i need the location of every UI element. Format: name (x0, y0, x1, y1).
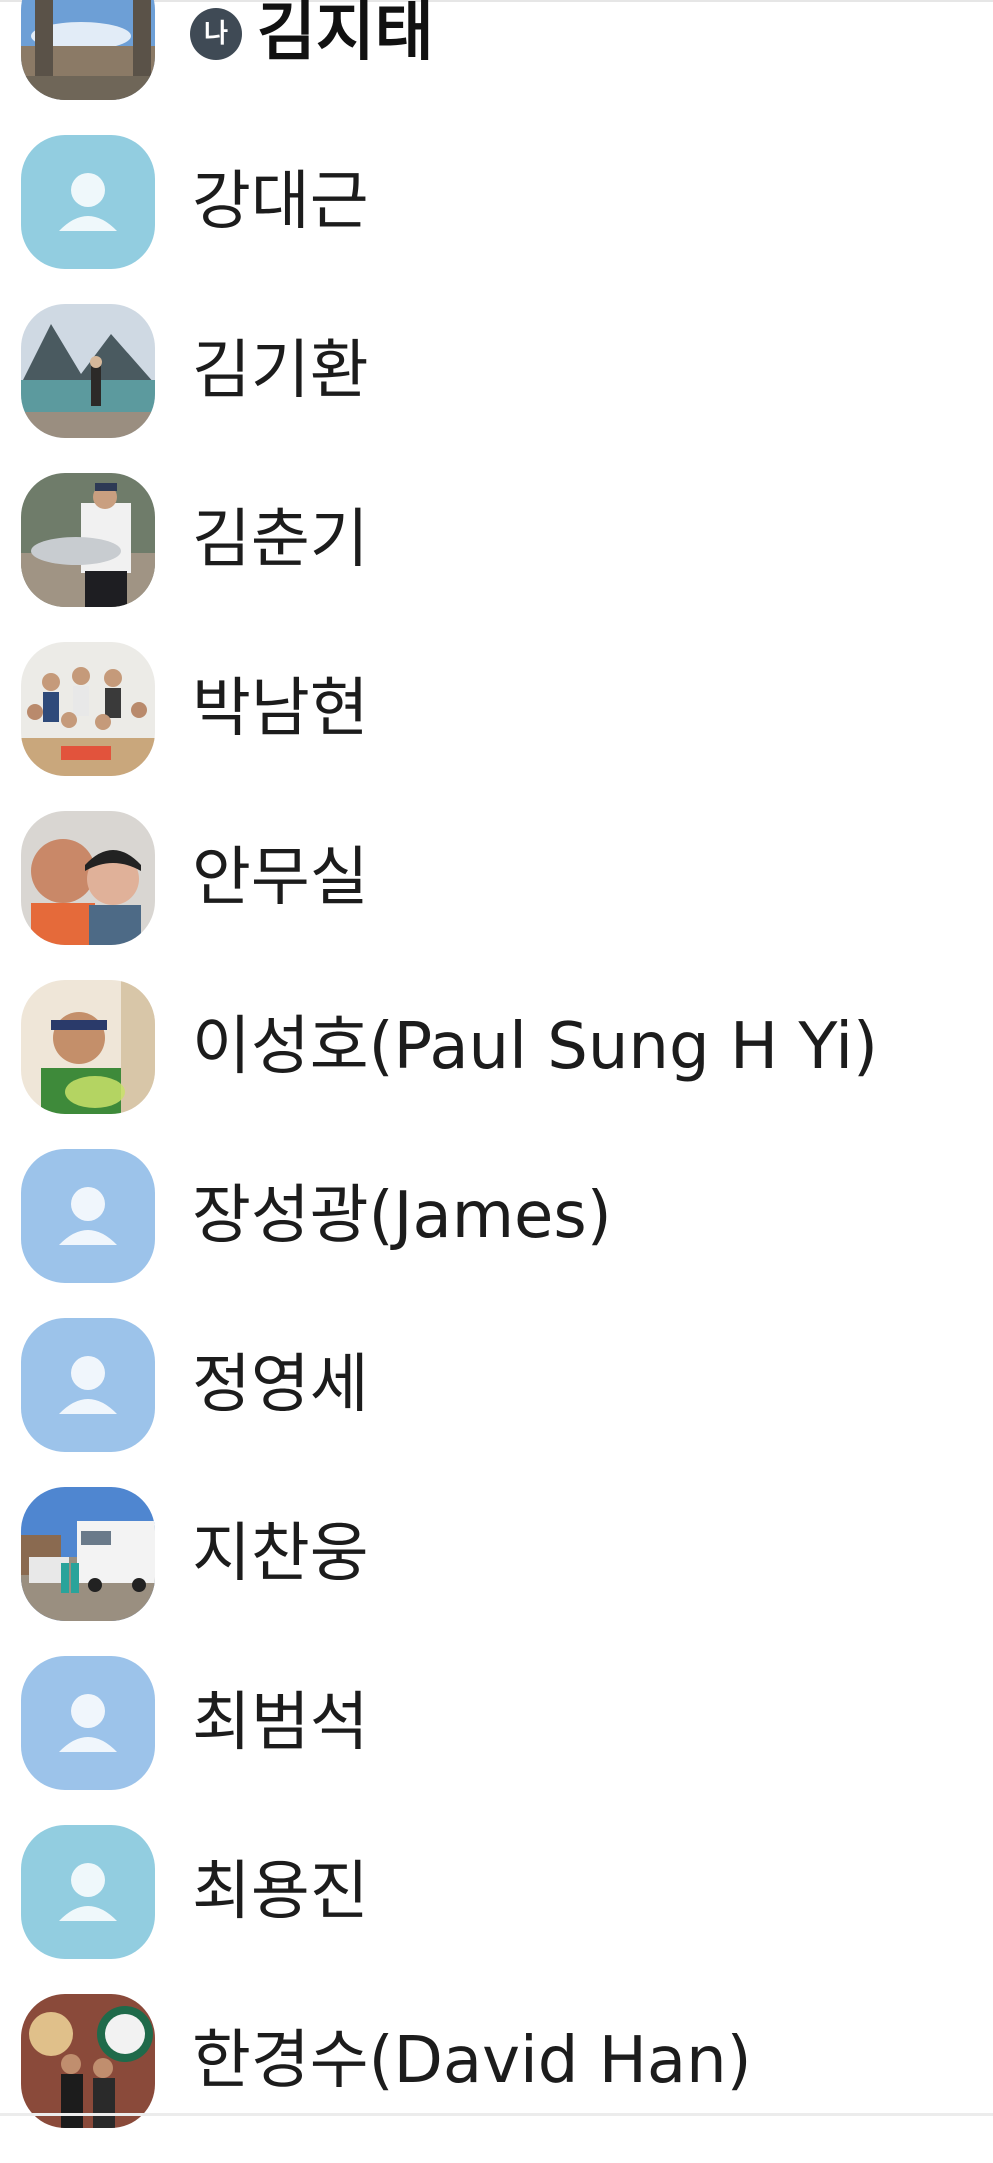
photo-family-icon (21, 642, 155, 776)
avatar (21, 1487, 155, 1621)
contact-name: 김기환 (192, 334, 369, 408)
contact-row[interactable]: 지찬웅 (0, 1487, 993, 1656)
contact-name: 이성호(Paul Sung H Yi) (192, 1010, 878, 1084)
photo-rv-icon (21, 1487, 155, 1621)
contact-name: 안무실 (192, 841, 369, 915)
avatar (21, 473, 155, 607)
avatar (21, 1318, 155, 1452)
default-person-icon (21, 1149, 155, 1283)
contact-row[interactable]: 최범석 (0, 1656, 993, 1825)
contact-row[interactable]: 이성호(Paul Sung H Yi) (0, 980, 993, 1149)
contact-row[interactable]: 최용진 (0, 1825, 993, 1994)
me-badge: 나 (190, 8, 242, 60)
avatar (21, 304, 155, 438)
photo-couple-icon (21, 811, 155, 945)
contact-name: 최용진 (192, 1855, 369, 1929)
contact-row[interactable]: 김기환 (0, 304, 993, 473)
default-person-icon (21, 1656, 155, 1790)
contact-row[interactable]: 장성광(James) (0, 1149, 993, 1318)
contact-row[interactable]: 강대근 (0, 135, 993, 304)
photo-lake-icon (21, 304, 155, 438)
photo-cafe-icon (21, 1994, 155, 2128)
avatar (21, 1825, 155, 1959)
avatar (21, 642, 155, 776)
contact-row[interactable]: 한경수(David Han) (0, 1994, 993, 2163)
contact-row-kim-jitae[interactable]: 나 김지태 (0, 0, 993, 135)
default-person-icon (21, 1825, 155, 1959)
avatar (21, 980, 155, 1114)
avatar (21, 135, 155, 269)
default-person-icon (21, 1318, 155, 1452)
contact-name: 강대근 (192, 165, 369, 239)
avatar (21, 1149, 155, 1283)
avatar (21, 1994, 155, 2128)
avatar (21, 0, 155, 100)
photo-tennis-icon (21, 980, 155, 1114)
contact-name: 박남현 (192, 672, 369, 746)
avatar (21, 1656, 155, 1790)
contact-row[interactable]: 정영세 (0, 1318, 993, 1487)
photo-pillars-icon (21, 0, 155, 100)
contact-name: 장성광(James) (192, 1179, 612, 1253)
contact-name: 한경수(David Han) (192, 2024, 752, 2098)
contact-name: 지찬웅 (192, 1517, 369, 1591)
photo-fish-icon (21, 473, 155, 607)
default-person-icon (21, 135, 155, 269)
avatar (21, 811, 155, 945)
contact-name: 최범석 (192, 1686, 369, 1760)
contact-row[interactable]: 박남현 (0, 642, 993, 811)
contact-name: 김춘기 (192, 503, 369, 577)
contact-name: 정영세 (192, 1348, 369, 1422)
contact-name: 김지태 (257, 0, 434, 70)
contact-row[interactable]: 김춘기 (0, 473, 993, 642)
contact-row[interactable]: 안무실 (0, 811, 993, 980)
